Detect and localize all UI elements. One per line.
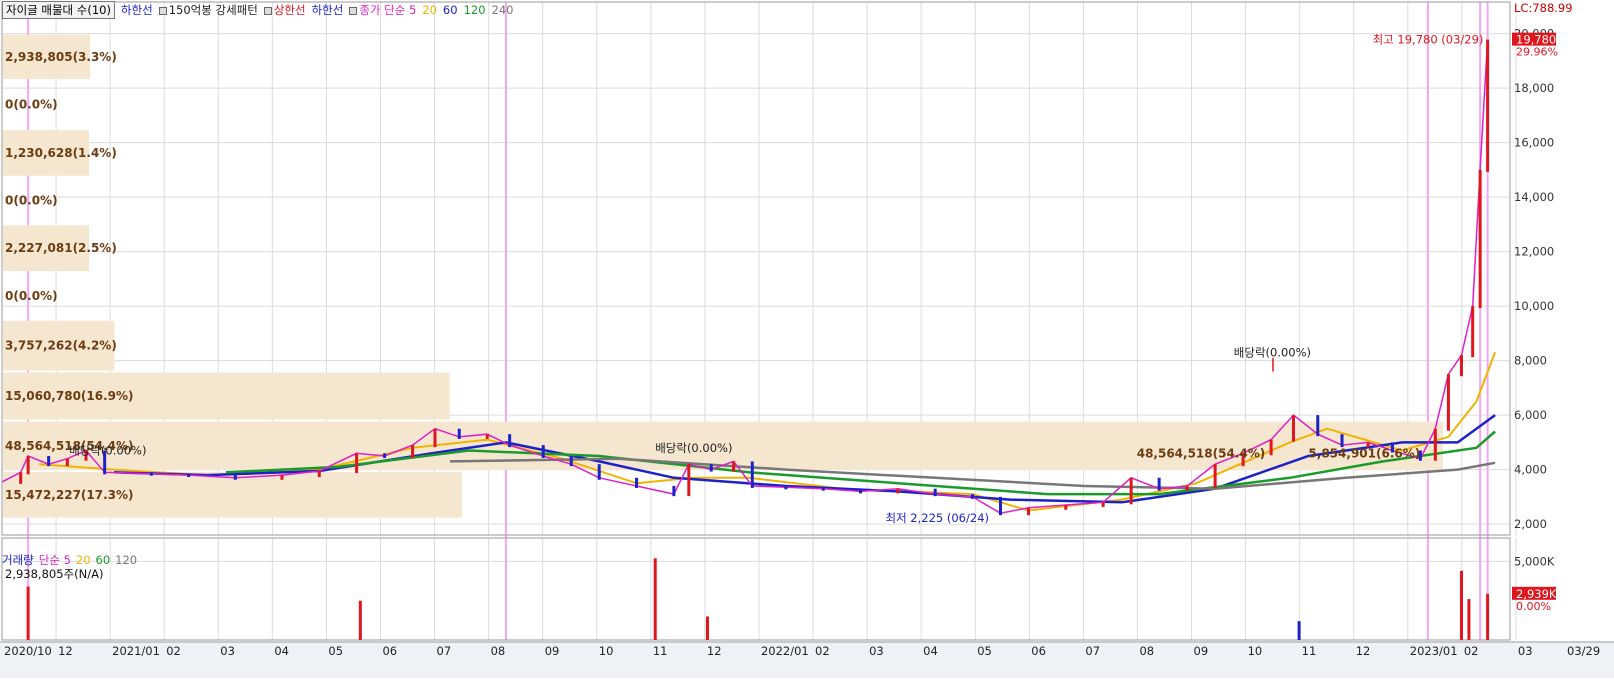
price-tag-pct: 29.96%	[1516, 46, 1558, 59]
high-annotation: 최고 19,780 (03/29)	[1373, 33, 1484, 47]
x-tick-label: 2020/10	[4, 644, 52, 658]
x-tick-label: 11	[653, 644, 668, 658]
volume-legend-ma120[interactable]: 120	[115, 553, 137, 567]
x-tick-label: 03	[1518, 644, 1533, 658]
x-tick-label: 04	[923, 644, 938, 658]
lc-readout: LC:788.99	[1514, 1, 1573, 15]
volume-legend-ma20[interactable]: 20	[76, 553, 91, 567]
volume-tag-value: 2,939K	[1516, 587, 1557, 601]
indicator-title-box[interactable]: 자이글 매물대 수(10)	[2, 1, 115, 19]
legend-item-ma60[interactable]: 60	[443, 3, 458, 17]
legend-item-pattern-label: 150억봉 강세패턴	[168, 3, 258, 17]
volume-bar	[358, 600, 362, 640]
x-tick-label: 10	[599, 644, 614, 658]
x-tick-label: 08	[1139, 644, 1154, 658]
x-tick-label: 02	[166, 644, 181, 658]
y-tick-label: 12,000	[1514, 245, 1554, 259]
x-tick-label: 06	[1031, 644, 1046, 658]
volume-legend: 거래량 단순 5 20 60 120	[2, 553, 137, 567]
legend-item-ma120[interactable]: 120	[464, 3, 486, 17]
x-tick-label: 05	[328, 644, 343, 658]
x-tick-label: 12	[707, 644, 722, 658]
y-tick-label: 6,000	[1514, 408, 1547, 422]
volume-profile-label: 0(0.0%)	[5, 289, 58, 303]
volume-bar	[705, 616, 709, 640]
volume-bar	[653, 558, 657, 640]
x-tick-label: 05	[977, 644, 992, 658]
legend-item-ma5-label: 종가 단순 5	[359, 3, 417, 17]
x-tick-label: 07	[1085, 644, 1100, 658]
x-tick-label: 08	[491, 644, 506, 658]
last-volume-readout: 2,938,805주(N/A)	[5, 567, 104, 581]
legend-item-ma5[interactable]: 종가 단순 5	[349, 2, 416, 18]
x-tick-label: 12	[1356, 644, 1371, 658]
volume-legend-volume-label: 거래량	[2, 553, 34, 567]
legend-square-icon	[158, 6, 167, 15]
x-tick-label: 02	[815, 644, 830, 658]
dividend-label: 배당락(0.00%)	[655, 441, 732, 455]
volume-profile-label: 3,757,262(4.2%)	[5, 339, 117, 353]
y-tick-label: 16,000	[1514, 136, 1554, 150]
volume-tick-label: 5,000K	[1514, 554, 1555, 568]
x-tick-label: 04	[274, 644, 289, 658]
chart-legend: 자이글 매물대 수(10) 하한선 150억봉 강세패턴 상한선 하한선 종가 …	[2, 1, 514, 19]
y-tick-label: 14,000	[1514, 190, 1554, 204]
volume-profile-label: 0(0.0%)	[5, 97, 58, 111]
volume-profile-label: 1,230,628(1.4%)	[5, 146, 117, 160]
stock-chart[interactable]: 2,938,805(3.3%) 0(0.0%) 1,230,628(1.4%) 0(0…	[0, 0, 1614, 678]
legend-item-ma20[interactable]: 20	[422, 3, 437, 17]
legend-item-pattern[interactable]: 150억봉 강세패턴	[158, 2, 258, 18]
price-tag-value: 19,780	[1516, 33, 1556, 47]
volume-bar	[1467, 599, 1471, 640]
legend-square-icon	[263, 6, 272, 15]
x-tick-label: 06	[382, 644, 397, 658]
volume-bar	[1297, 621, 1301, 640]
x-tick-label: 03	[869, 644, 884, 658]
y-tick-label: 8,000	[1514, 354, 1547, 368]
x-tick-label: 03	[220, 644, 235, 658]
volume-tag-pct: 0.00%	[1516, 600, 1551, 613]
volume-bar	[1486, 593, 1490, 640]
x-tick-label: 09	[1194, 644, 1209, 658]
legend-square-icon	[349, 6, 358, 15]
dividend-label: 배당락(0.00%)	[1234, 345, 1311, 359]
dividend-label: 배당락(0.00%)	[69, 444, 146, 458]
y-tick-label: 18,000	[1514, 81, 1554, 95]
volume-profile-label: 2,938,805(3.3%)	[5, 50, 117, 64]
volume-profile-label: 15,060,780(16.9%)	[5, 389, 134, 403]
x-tick-label: 2021/01	[112, 644, 160, 658]
x-tick-label: 02	[1464, 644, 1479, 658]
volume-profile-label: 15,472,227(17.3%)	[5, 488, 134, 502]
low-annotation: 최저 2,225 (06/24)	[885, 511, 989, 525]
band-right-label-2: 5,854,901(6.6%)	[1308, 446, 1420, 460]
volume-bar	[26, 586, 30, 640]
legend-item-upper-band[interactable]: 상한선	[263, 2, 306, 18]
legend-item-ma240[interactable]: 240	[492, 3, 514, 17]
y-tick-label: 2,000	[1514, 517, 1547, 531]
x-tick-label: 03/29	[1567, 644, 1600, 658]
x-tick-label: 11	[1302, 644, 1317, 658]
volume-bar	[1459, 570, 1463, 640]
legend-item-lower-band-2[interactable]: 하한선	[312, 2, 344, 18]
volume-profile-label: 0(0.0%)	[5, 194, 58, 208]
x-tick-label: 12	[58, 644, 73, 658]
chart-canvas[interactable]: 2,938,805(3.3%) 0(0.0%) 1,230,628(1.4%) 0(0…	[0, 0, 1614, 678]
x-tick-label: 09	[545, 644, 560, 658]
x-tick-label: 10	[1248, 644, 1263, 658]
band-right-label: 48,564,518(54.4%)	[1137, 446, 1266, 460]
y-tick-label: 4,000	[1514, 463, 1547, 477]
x-tick-label: 07	[437, 644, 452, 658]
volume-profile-label: 2,227,081(2.5%)	[5, 241, 117, 255]
y-tick-label: 10,000	[1514, 299, 1554, 313]
x-tick-label: 2022/01	[761, 644, 809, 658]
legend-item-upper-band-label: 상한선	[273, 3, 306, 17]
volume-legend-ma60[interactable]: 60	[96, 553, 111, 567]
x-tick-label: 2023/01	[1410, 644, 1458, 658]
legend-item-lower-band[interactable]: 하한선	[121, 2, 153, 18]
